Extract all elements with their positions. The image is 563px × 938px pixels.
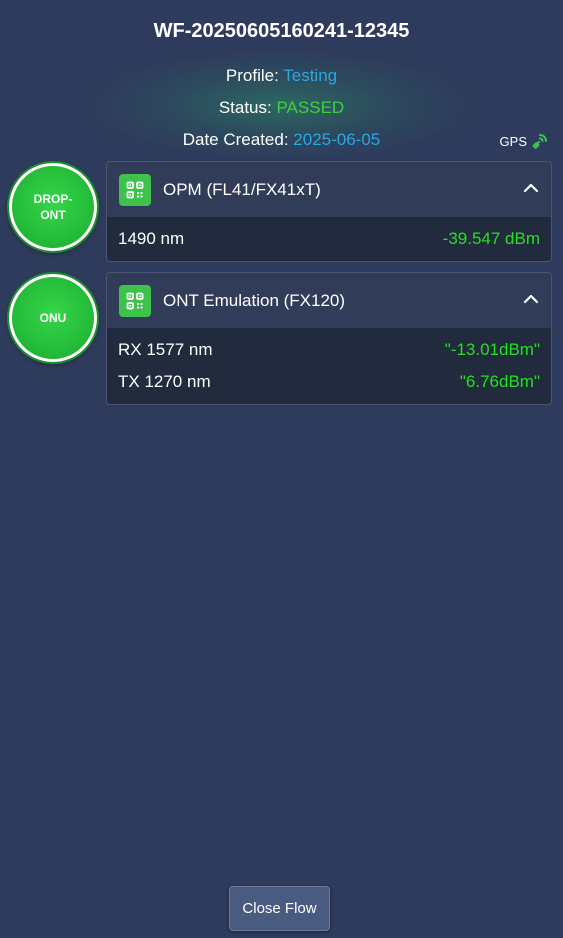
profile-label: Profile:	[225, 66, 279, 85]
chevron-up-icon[interactable]	[523, 292, 539, 310]
reading-key: RX 1577 nm	[118, 340, 213, 359]
ont-card: ONT Emulation (FX120) RX 1577 nm "-13.01…	[106, 272, 552, 405]
status-label: Status:	[218, 98, 272, 117]
reading-row: 1490 nm -39.547 dBm	[107, 223, 551, 255]
chevron-up-icon[interactable]	[523, 181, 539, 199]
node-label-line1: DROP-	[33, 192, 73, 206]
ont-card-title: ONT Emulation (FX120)	[163, 290, 346, 310]
page-title: WF-20250605160241-12345	[153, 20, 410, 42]
reading-key: 1490 nm	[118, 229, 185, 248]
opm-card: OPM (FL41/FX41xT) 1490 nm -39.547 dBm	[106, 161, 552, 262]
node-drop-ont[interactable]: DROP- ONT	[9, 163, 97, 251]
profile-value: Testing	[283, 66, 338, 85]
profile-line: Profile: Testing	[0, 66, 563, 86]
qr-code-icon[interactable]	[119, 284, 151, 317]
reading-row: TX 1270 nm "6.76dBm"	[107, 366, 551, 398]
date-label: Date Created:	[182, 130, 289, 149]
reading-value: "-13.01dBm"	[444, 340, 540, 359]
reading-value: "6.76dBm"	[459, 372, 540, 391]
flow-screen: WF-20250605160241-12345 Profile: Testing…	[0, 0, 563, 938]
reading-key: TX 1270 nm	[118, 372, 211, 391]
date-value: 2025-06-05	[293, 130, 381, 149]
qr-code-icon[interactable]	[119, 173, 151, 206]
node-label: ONU	[39, 311, 67, 325]
gps-label: GPS	[499, 133, 527, 149]
status-line: Status: PASSED	[0, 98, 563, 118]
opm-card-title: OPM (FL41/FX41xT)	[163, 179, 321, 199]
opm-card-header[interactable]: OPM (FL41/FX41xT)	[107, 162, 551, 217]
gps-indicator[interactable]: GPS	[500, 132, 549, 150]
ont-card-header[interactable]: ONT Emulation (FX120)	[107, 273, 551, 328]
node-label-line2: ONT	[40, 208, 66, 222]
reading-row: RX 1577 nm "-13.01dBm"	[107, 334, 551, 366]
ont-readings: RX 1577 nm "-13.01dBm" TX 1270 nm "6.76d…	[107, 328, 551, 398]
opm-readings: 1490 nm -39.547 dBm	[107, 217, 551, 255]
satellite-signal-icon	[531, 132, 549, 150]
reading-value: -39.547 dBm	[442, 229, 540, 248]
node-onu[interactable]: ONU	[9, 274, 97, 362]
status-value: PASSED	[276, 98, 345, 117]
date-line: Date Created: 2025-06-05	[0, 130, 563, 150]
close-flow-button[interactable]: Close Flow	[229, 886, 330, 931]
